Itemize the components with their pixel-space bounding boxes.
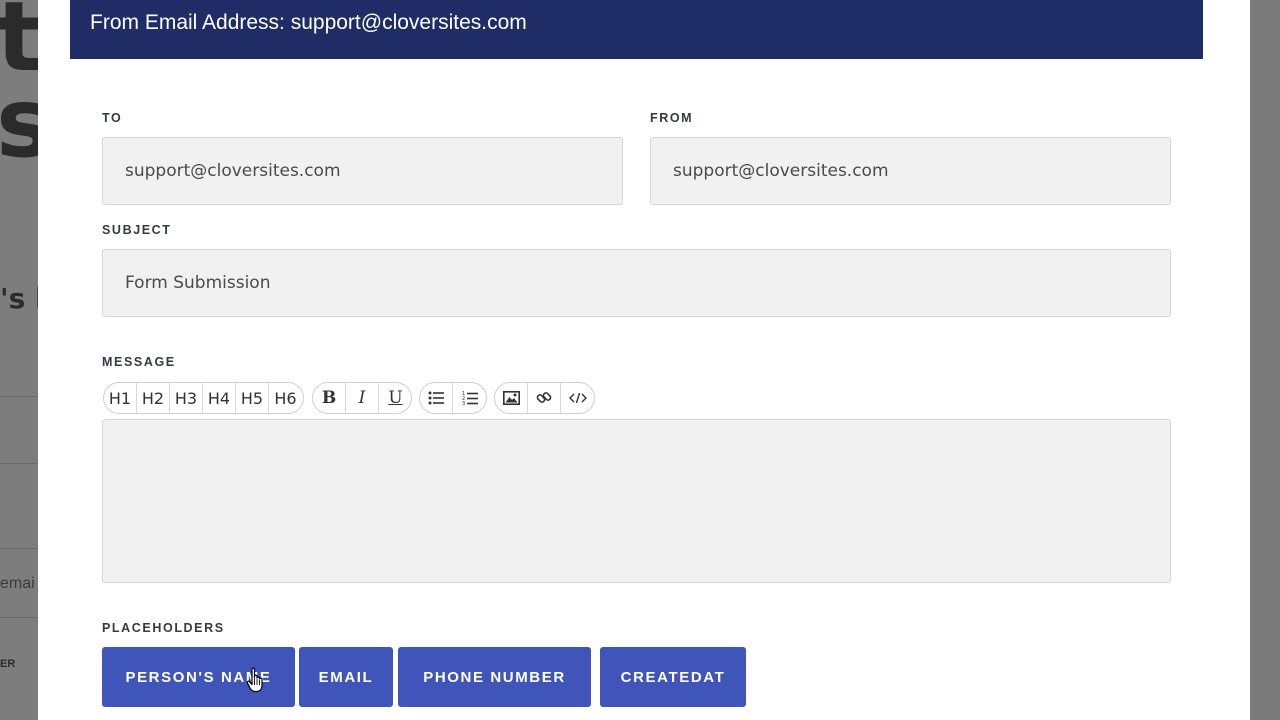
list-button-group: 1 2 3 [419,382,487,414]
placeholder-createdat-button[interactable]: CREATEDAT [600,647,746,707]
insert-link-button[interactable] [528,383,561,413]
italic-button[interactable]: I [346,383,379,413]
message-label: MESSAGE [102,355,176,369]
code-view-button[interactable] [561,383,594,413]
placeholder-email-button[interactable]: EMAIL [299,647,393,707]
h2-button[interactable]: H2 [137,383,170,413]
background-text: emai [0,575,35,592]
h5-button[interactable]: H5 [236,383,269,413]
subject-label: SUBJECT [102,223,172,237]
bulleted-list-button[interactable] [420,383,453,413]
background-divider [0,617,38,618]
from-label: FROM [650,111,694,125]
heading-button-group: H1 H2 H3 H4 H5 H6 [103,382,304,414]
bulleted-list-icon [428,391,444,405]
email-settings-modal: From Email Address: support@cloversites.… [38,0,1250,720]
background-divider [0,548,38,549]
h6-button[interactable]: H6 [269,383,302,413]
numbered-list-icon: 1 2 3 [462,391,478,406]
message-textarea[interactable] [102,419,1171,583]
placeholders-label: PLACEHOLDERS [102,621,225,635]
image-icon [502,391,520,405]
format-button-group: B I U [312,382,412,414]
from-input[interactable]: support@cloversites.com [650,137,1171,205]
background-column-header: ER [0,658,16,670]
link-icon [536,392,552,403]
h1-button[interactable]: H1 [104,383,137,413]
background-divider [0,463,38,464]
underline-button[interactable]: U [379,383,411,413]
hand-cursor-icon [246,667,263,693]
from-email-address-text: From Email Address: support@cloversites.… [90,11,527,34]
insert-image-button[interactable] [495,383,528,413]
modal-header: From Email Address: support@cloversites.… [70,0,1203,59]
to-input[interactable]: support@cloversites.com [102,137,623,205]
numbered-list-button[interactable]: 1 2 3 [453,383,486,413]
background-divider [0,396,38,397]
code-icon [568,392,587,404]
h3-button[interactable]: H3 [170,383,203,413]
placeholder-phone-number-button[interactable]: PHONE NUMBER [398,647,591,707]
to-label: TO [102,111,123,125]
background-right-edge [1250,0,1280,720]
svg-text:3: 3 [462,401,465,406]
h4-button[interactable]: H4 [203,383,236,413]
insert-button-group [494,382,595,414]
subject-input[interactable]: Form Submission [102,249,1171,317]
bold-button[interactable]: B [313,383,346,413]
